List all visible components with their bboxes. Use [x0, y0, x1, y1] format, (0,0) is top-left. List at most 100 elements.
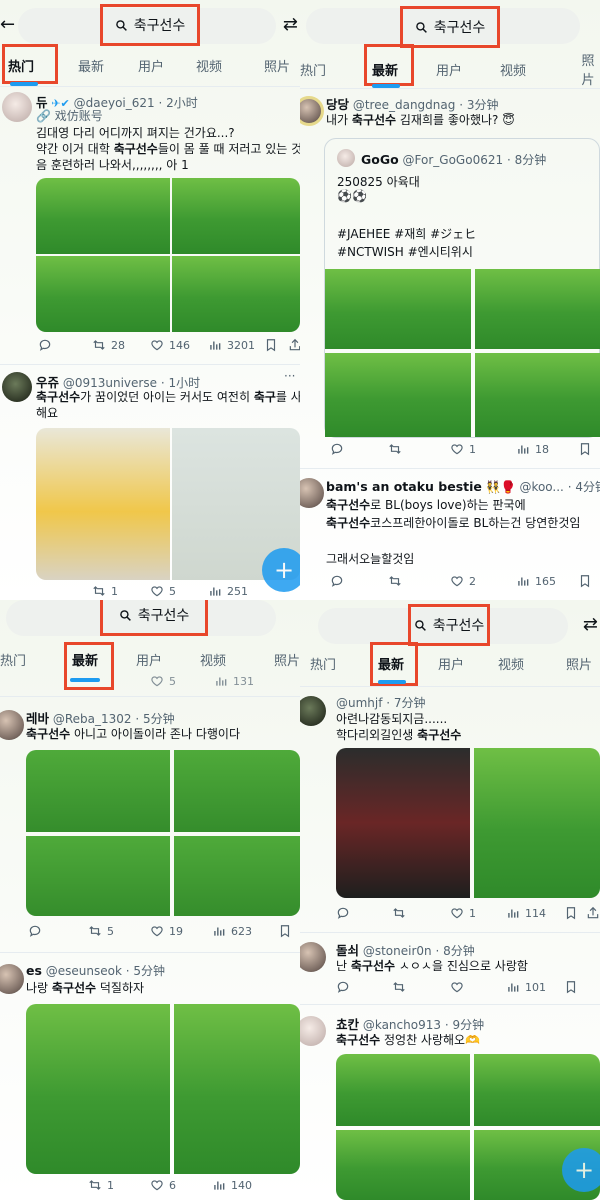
media-photo[interactable]: [475, 353, 600, 437]
bookmark-button[interactable]: [278, 924, 292, 938]
bookmark-button[interactable]: [578, 442, 592, 456]
bookmark-button[interactable]: [264, 338, 278, 352]
author-handle[interactable]: @koo...: [519, 480, 563, 494]
media-photo[interactable]: [174, 1004, 300, 1174]
tab-photos[interactable]: 照片: [566, 654, 592, 673]
search-query-highlight[interactable]: 축구선수: [100, 600, 208, 636]
like-button[interactable]: 6: [150, 1178, 176, 1192]
reply-button[interactable]: [38, 338, 52, 352]
retweet-button[interactable]: 1: [88, 1178, 114, 1192]
tab-videos[interactable]: 视频: [500, 60, 526, 79]
avatar[interactable]: [2, 92, 32, 122]
avatar[interactable]: [0, 710, 24, 740]
reply-button[interactable]: [336, 906, 350, 920]
like-button[interactable]: 5: [150, 674, 176, 688]
author-name[interactable]: GoGo: [361, 152, 399, 167]
tab-hot[interactable]: 热门: [310, 654, 336, 673]
like-button[interactable]: 146: [150, 338, 190, 352]
like-button[interactable]: 1: [450, 906, 476, 920]
views-button[interactable]: 140: [212, 1178, 252, 1192]
retweet-button[interactable]: [392, 980, 406, 994]
author-name[interactable]: 레바: [26, 711, 49, 726]
compose-button[interactable]: +: [562, 1148, 600, 1192]
avatar[interactable]: [2, 372, 32, 402]
tab-photos[interactable]: 照片: [264, 56, 290, 75]
avatar[interactable]: [300, 696, 326, 726]
views-button[interactable]: 101: [506, 980, 546, 994]
author-name[interactable]: es: [26, 963, 42, 978]
filter-icon[interactable]: ⇄: [283, 14, 298, 35]
avatar[interactable]: [300, 1016, 326, 1046]
author-handle[interactable]: @umhjf: [336, 696, 382, 710]
media-photo[interactable]: [36, 178, 170, 254]
views-button[interactable]: 131: [214, 674, 254, 688]
tab-users[interactable]: 用户: [138, 56, 164, 75]
reply-button[interactable]: [336, 980, 350, 994]
retweet-button[interactable]: 1: [92, 584, 118, 598]
views-button[interactable]: 623: [212, 924, 252, 938]
quoted-tweet[interactable]: GoGo @For_GoGo0621 · 8分钟 250825 아육대 ⚽⚽ #…: [324, 138, 600, 438]
tab-users[interactable]: 用户: [136, 650, 162, 669]
media-photo[interactable]: [475, 269, 600, 349]
tweet-media-grid[interactable]: [26, 1004, 300, 1174]
compose-button[interactable]: +: [262, 548, 300, 592]
author-handle[interactable]: @Reba_1302: [53, 712, 132, 726]
author-handle[interactable]: @For_GoGo0621: [403, 153, 504, 167]
avatar[interactable]: [0, 964, 24, 994]
like-button[interactable]: 1: [450, 442, 476, 456]
reply-button[interactable]: [330, 442, 344, 456]
avatar[interactable]: [300, 942, 326, 972]
views-button[interactable]: 165: [516, 574, 556, 588]
views-button[interactable]: 3201: [208, 338, 255, 352]
media-photo[interactable]: [174, 836, 300, 916]
search-query-highlight[interactable]: 축구선수: [400, 6, 500, 48]
retweet-button[interactable]: [392, 906, 406, 920]
filter-icon[interactable]: ⇄: [583, 614, 598, 635]
retweet-button[interactable]: [388, 574, 402, 588]
tab-videos[interactable]: 视频: [200, 650, 226, 669]
bookmark-button[interactable]: [578, 574, 592, 588]
media-photo[interactable]: [336, 1054, 470, 1126]
tweet-media-grid[interactable]: [336, 1054, 600, 1200]
tab-latest[interactable]: 最新: [78, 56, 104, 75]
avatar[interactable]: [300, 478, 324, 508]
author-name[interactable]: 당당: [326, 97, 349, 112]
retweet-button[interactable]: 28: [92, 338, 125, 352]
bookmark-button[interactable]: [564, 980, 578, 994]
media-photo[interactable]: [172, 178, 300, 254]
media-photo[interactable]: [36, 428, 170, 580]
media-photo[interactable]: [26, 836, 170, 916]
tweet-media-grid[interactable]: [36, 428, 300, 580]
tweet-media-grid[interactable]: [336, 748, 600, 898]
like-button[interactable]: [450, 980, 464, 994]
reply-button[interactable]: [28, 924, 42, 938]
author-name[interactable]: 쵸칸: [336, 1017, 359, 1032]
author-name[interactable]: bam's an otaku bestie: [326, 479, 482, 494]
media-photo[interactable]: [474, 748, 600, 898]
back-arrow-icon[interactable]: ←: [0, 14, 15, 35]
views-button[interactable]: 251: [208, 584, 248, 598]
tweet-media-grid[interactable]: [26, 750, 300, 916]
tab-users[interactable]: 用户: [436, 60, 462, 79]
media-photo[interactable]: [325, 269, 471, 349]
tab-users[interactable]: 用户: [438, 654, 464, 673]
like-button[interactable]: 5: [150, 584, 176, 598]
media-photo[interactable]: [474, 1054, 600, 1126]
views-button[interactable]: 18: [516, 442, 549, 456]
media-photo[interactable]: [174, 750, 300, 832]
media-photo[interactable]: [26, 1004, 170, 1174]
like-button[interactable]: 19: [150, 924, 183, 938]
media-photo[interactable]: [36, 256, 170, 332]
more-icon[interactable]: ···: [284, 369, 295, 383]
tab-hot[interactable]: 热门: [0, 650, 26, 669]
bookmark-button[interactable]: [564, 906, 578, 920]
search-query-highlight[interactable]: 축구선수: [408, 604, 490, 646]
tab-videos[interactable]: 视频: [498, 654, 524, 673]
retweet-button[interactable]: 5: [88, 924, 114, 938]
tab-photos[interactable]: 照片: [274, 650, 300, 669]
share-button[interactable]: [586, 906, 600, 920]
media-photo[interactable]: [336, 1130, 470, 1200]
author-handle[interactable]: @kancho913: [363, 1018, 441, 1032]
avatar[interactable]: [337, 149, 355, 167]
author-handle[interactable]: @tree_dangdnag: [353, 98, 456, 112]
